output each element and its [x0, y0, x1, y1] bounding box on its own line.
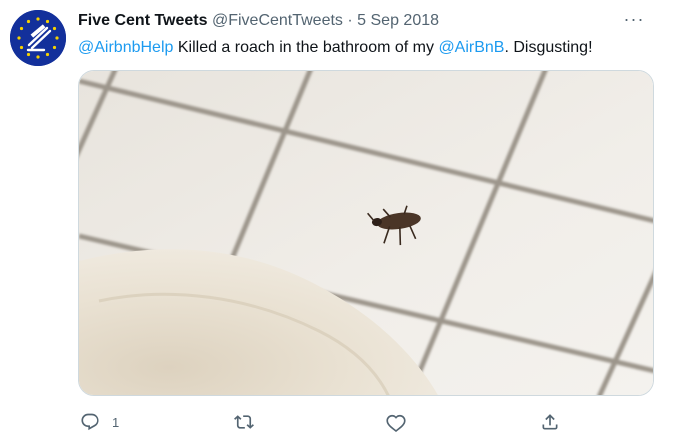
tweet-text-end: . Disgusting! [504, 39, 593, 56]
retweet-icon [234, 415, 254, 429]
more-horizontal-icon: ··· [623, 8, 645, 29]
tweet-media-image[interactable] [78, 70, 654, 396]
heart-icon [386, 414, 406, 432]
separator-dot: · [347, 12, 353, 29]
mention-airbnbhelp[interactable]: @AirbnbHelp [78, 39, 173, 56]
roach-photo [79, 71, 653, 395]
author-name[interactable]: Five Cent Tweets [78, 12, 208, 29]
share-button[interactable] [540, 408, 560, 436]
tweet-action-bar: 1 [74, 408, 574, 436]
like-button[interactable] [386, 408, 406, 436]
reply-icon [81, 413, 99, 431]
author-handle[interactable]: @FiveCentTweets [212, 12, 343, 29]
tweet-text-middle: Killed a roach in the bathroom of my [173, 39, 439, 56]
tweet-header: Five Cent Tweets @FiveCentTweets · 5 Sep… [78, 11, 439, 31]
share-icon [542, 414, 558, 430]
retweet-button[interactable] [234, 408, 254, 436]
mention-airbnb[interactable]: @AirBnB [438, 39, 504, 56]
reply-count: 1 [112, 414, 120, 430]
tweet-date[interactable]: 5 Sep 2018 [357, 12, 439, 29]
avatar[interactable] [10, 10, 66, 66]
reply-button[interactable]: 1 [80, 408, 119, 436]
more-options-button[interactable]: ··· [622, 7, 646, 31]
tweet-text: @AirbnbHelp Killed a roach in the bathro… [78, 37, 593, 59]
eu-flag-logo-icon [10, 10, 66, 66]
